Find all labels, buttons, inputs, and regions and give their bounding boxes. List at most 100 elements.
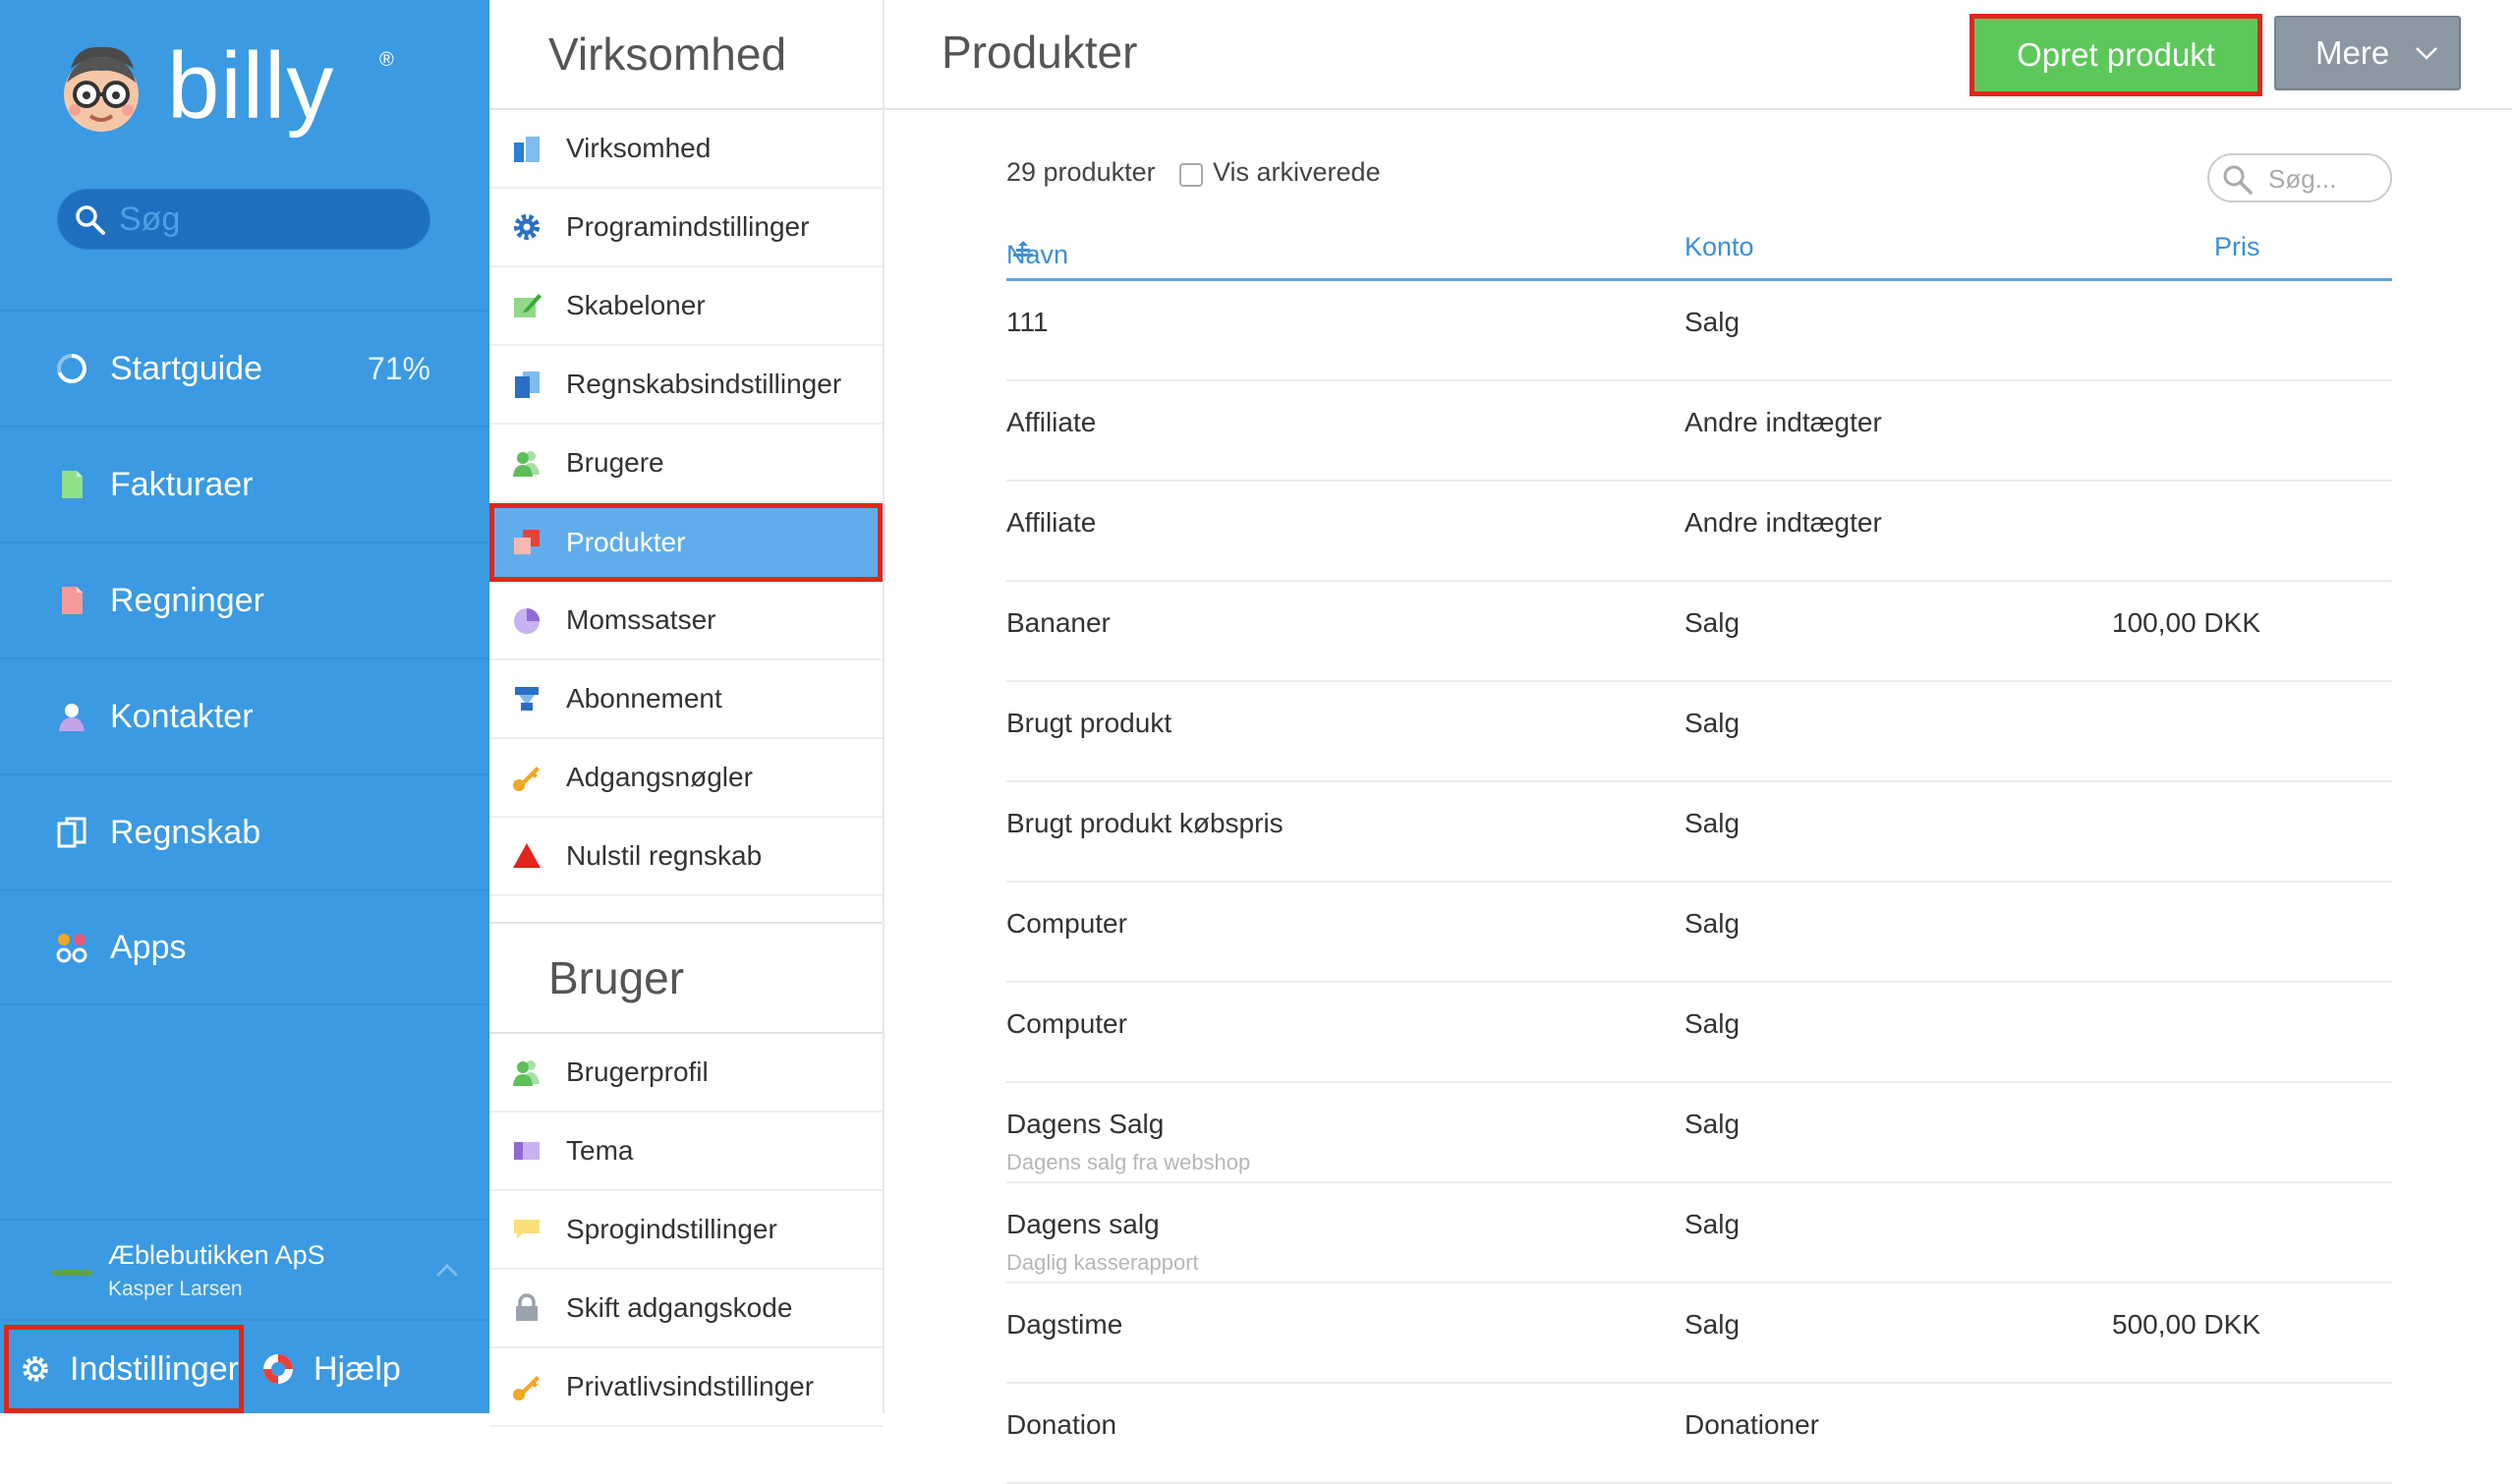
menu-item-brugerprofil[interactable]: Brugerprofil bbox=[489, 1034, 883, 1113]
product-description: Dagens salg fra webshop bbox=[1006, 1150, 1251, 1174]
table-row[interactable]: Affiliate Andre indtægter bbox=[1006, 482, 2392, 582]
progress-ring-icon bbox=[57, 354, 86, 383]
sidebar-item-label: Fakturaer bbox=[110, 465, 254, 503]
sidebar-search[interactable] bbox=[57, 189, 430, 250]
sidebar-item-startguide[interactable]: Startguide 71% bbox=[0, 310, 489, 426]
menu-item-abonnement[interactable]: Abonnement bbox=[489, 660, 883, 739]
product-search-input[interactable] bbox=[2266, 161, 2382, 197]
more-button[interactable]: Mere bbox=[2274, 16, 2461, 90]
menu-item-regnskabsindstillinger[interactable]: Regnskabsindstillinger bbox=[489, 346, 883, 425]
show-archived-label[interactable]: Vis arkiverede bbox=[1213, 157, 1381, 188]
menu-item-label: Abonnement bbox=[566, 683, 722, 713]
accounting-icon bbox=[515, 371, 540, 398]
startguide-progress: 71% bbox=[367, 350, 430, 386]
sidebar-search-input[interactable] bbox=[117, 198, 412, 241]
menu-item-label: Momssatser bbox=[566, 604, 716, 635]
sidebar-item-label: Regnskab bbox=[110, 813, 261, 851]
sidebar-nav: Startguide 71% Fakturaer Regninger Konta… bbox=[0, 310, 489, 1005]
table-row[interactable]: Computer Salg bbox=[1006, 883, 2392, 983]
table-row[interactable]: Dagstime Salg 500,00 DKK bbox=[1006, 1284, 2392, 1384]
table-row[interactable]: Brugt produkt Salg bbox=[1006, 682, 2392, 782]
sidebar-item-kontakter[interactable]: Kontakter bbox=[0, 657, 489, 773]
menu-item-nulstil-regnskab[interactable]: Nulstil regnskab bbox=[489, 818, 883, 896]
sidebar-footer: Indstillinger Hjælp bbox=[0, 1319, 489, 1413]
product-name: Dagens salg bbox=[1006, 1209, 1160, 1239]
invoice-icon bbox=[62, 471, 83, 498]
sidebar-item-regnskab[interactable]: Regnskab bbox=[0, 773, 489, 889]
product-name: Computer bbox=[1006, 908, 1127, 939]
table-row[interactable]: Dagens Salg Dagens salg fra webshop Salg bbox=[1006, 1083, 2392, 1183]
sidebar-item-label: Apps bbox=[110, 928, 187, 966]
menu-item-privatlivsindstillinger[interactable]: Privatlivsindstillinger bbox=[489, 1348, 883, 1427]
help-button[interactable]: Hjælp bbox=[260, 1325, 401, 1413]
menu-item-skabeloner[interactable]: Skabeloner bbox=[489, 267, 883, 346]
table-row[interactable]: Donation Donationer bbox=[1006, 1384, 2392, 1484]
menu-item-adgangsnoegler[interactable]: Adgangsnøgler bbox=[489, 739, 883, 818]
main-content: Produkter Opret produkt Mere 29 produkte… bbox=[885, 0, 2512, 1484]
product-count: 29 produkter bbox=[1006, 157, 1156, 187]
product-account: Salg bbox=[1684, 908, 1741, 939]
menu-item-sprogindstillinger[interactable]: Sprogindstillinger bbox=[489, 1191, 883, 1270]
sidebar-item-fakturaer[interactable]: Fakturaer bbox=[0, 426, 489, 542]
settings-button[interactable]: Indstillinger bbox=[4, 1325, 244, 1413]
theme-icon bbox=[514, 1142, 540, 1160]
ledger-icon bbox=[57, 817, 86, 848]
product-name: Affiliate bbox=[1006, 407, 1097, 437]
subscription-icon bbox=[515, 687, 539, 711]
product-account: Salg bbox=[1684, 708, 1741, 738]
search-icon bbox=[76, 205, 105, 235]
product-account: Andre indtægter bbox=[1684, 407, 1882, 437]
gear-icon bbox=[514, 214, 540, 240]
table-row[interactable]: Brugt produkt købspris Salg bbox=[1006, 782, 2392, 883]
person-icon bbox=[59, 704, 85, 731]
menu-item-label: Regnskabsindstillinger bbox=[566, 369, 842, 399]
create-product-button[interactable]: Opret produkt bbox=[1970, 14, 2262, 96]
table-row[interactable]: Bananer Salg 100,00 DKK bbox=[1006, 582, 2392, 682]
column-header-account[interactable]: Konto bbox=[1684, 232, 1754, 262]
bill-icon bbox=[62, 587, 83, 614]
menu-item-brugere[interactable]: Brugere bbox=[489, 425, 883, 503]
menu-item-label: Skift adgangskode bbox=[566, 1292, 793, 1323]
menu-item-programindstillinger[interactable]: Programindstillinger bbox=[489, 189, 883, 267]
table-row[interactable]: Dagens salg Daglig kasserapport Salg bbox=[1006, 1183, 2392, 1284]
table-row[interactable]: 111 Salg bbox=[1006, 281, 2392, 381]
user-name: Kasper Larsen bbox=[108, 1278, 243, 1300]
page-title: Produkter bbox=[942, 27, 1138, 78]
section-divider bbox=[489, 896, 883, 924]
main-header: Produkter Opret produkt Mere bbox=[885, 0, 2512, 110]
table-row[interactable]: Affiliate Andre indtægter bbox=[1006, 381, 2392, 482]
product-account: Salg bbox=[1684, 607, 1741, 638]
settings-menu: Virksomhed Virksomhed Programindstilling… bbox=[489, 0, 885, 1427]
column-header-price[interactable]: Pris bbox=[2214, 232, 2260, 262]
product-account: Andre indtægter bbox=[1684, 507, 1882, 538]
table-header: Navn Konto Pris bbox=[1006, 224, 2392, 281]
billy-logo[interactable]: billy ® bbox=[57, 37, 394, 147]
key-icon bbox=[513, 1376, 540, 1400]
help-label: Hjælp bbox=[314, 1349, 401, 1388]
menu-item-label: Nulstil regnskab bbox=[566, 840, 763, 871]
column-header-name[interactable]: Navn bbox=[1006, 232, 1068, 269]
menu-item-momssatser[interactable]: Momssatser bbox=[489, 582, 883, 660]
sidebar-item-regninger[interactable]: Regninger bbox=[0, 542, 489, 657]
menu-item-virksomhed[interactable]: Virksomhed bbox=[489, 110, 883, 189]
product-name: 111 bbox=[1006, 307, 1049, 337]
gear-icon bbox=[23, 1356, 48, 1382]
show-archived-checkbox[interactable] bbox=[1179, 163, 1203, 187]
product-name: Donation bbox=[1006, 1409, 1117, 1440]
company-logo bbox=[51, 1270, 92, 1276]
table-row[interactable]: Computer Salg bbox=[1006, 983, 2392, 1083]
sidebar-item-apps[interactable]: Apps bbox=[0, 889, 489, 1005]
menu-item-skift-adgangskode[interactable]: Skift adgangskode bbox=[489, 1270, 883, 1348]
company-switcher[interactable]: Æblebutikken ApS Kasper Larsen bbox=[0, 1219, 489, 1319]
sidebar-item-label: Regninger bbox=[110, 581, 264, 619]
menu-item-label: Sprogindstillinger bbox=[566, 1214, 777, 1244]
products-table: Navn Konto Pris 111 Salg Affiliate Andre i… bbox=[1006, 224, 2392, 1484]
menu-item-tema[interactable]: Tema bbox=[489, 1113, 883, 1191]
key-icon bbox=[513, 767, 540, 791]
product-search[interactable] bbox=[2207, 153, 2392, 202]
section-title-user: Bruger bbox=[489, 924, 883, 1034]
lock-icon bbox=[516, 1293, 538, 1321]
product-price: 100,00 DKK bbox=[2112, 607, 2260, 638]
menu-item-produkter[interactable]: Produkter bbox=[489, 503, 883, 582]
chevron-down-icon bbox=[2416, 47, 2438, 60]
